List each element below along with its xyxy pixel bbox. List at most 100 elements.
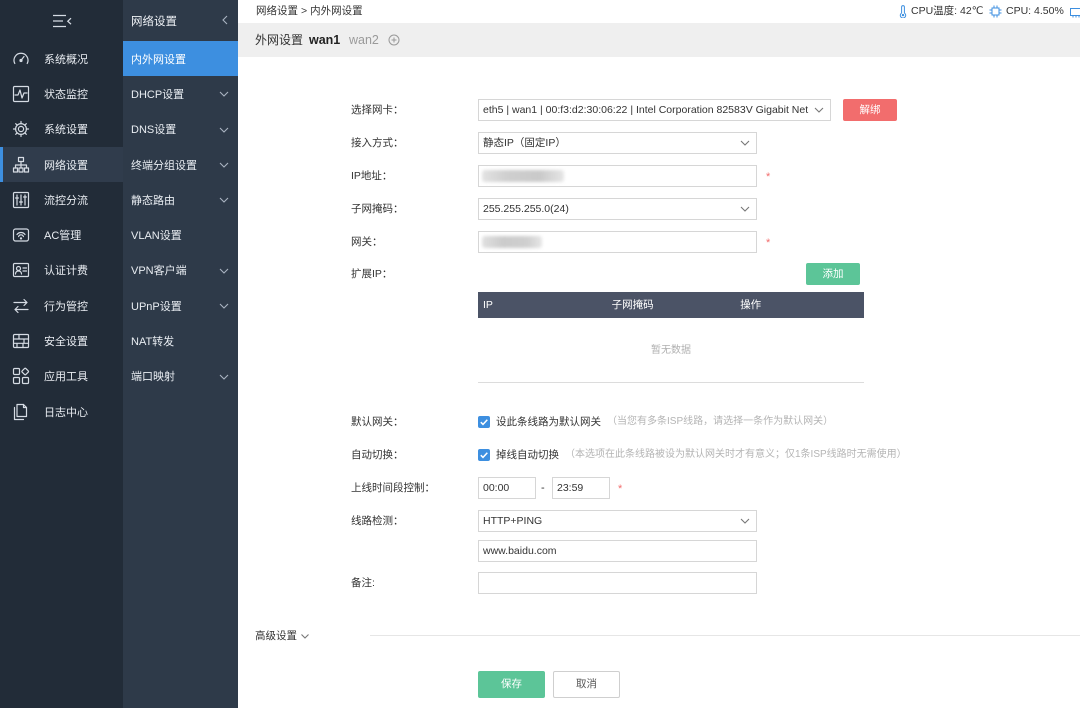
sidebar-item-system-settings[interactable]: 系统设置 bbox=[0, 112, 123, 147]
id-card-icon bbox=[12, 263, 30, 278]
tab-wan2[interactable]: wan2 bbox=[349, 23, 379, 57]
section-title: 外网设置 bbox=[255, 33, 304, 47]
auto-switch-text: 掉线自动切换 （本选项在此条线路被设为默认网关时才有意义；仅1条ISP线路时无需… bbox=[496, 444, 907, 466]
sub-sidebar-item-label: DHCP设置 bbox=[131, 88, 185, 101]
default-gateway-hint: （当您有多条ISP线路，请选择一条作为默认网关） bbox=[607, 416, 834, 427]
remark-label: 备注: bbox=[351, 577, 375, 589]
sidebar-item-label: 系统设置 bbox=[44, 124, 88, 137]
save-button[interactable]: 保存 bbox=[478, 671, 545, 698]
access-mode-label: 接入方式： bbox=[351, 137, 404, 149]
time-separator: - bbox=[541, 482, 545, 494]
sub-sidebar-item-terminal-groups[interactable]: 终端分组设置 bbox=[123, 147, 238, 182]
menu-collapse-button[interactable] bbox=[0, 0, 123, 41]
required-mark: * bbox=[766, 237, 771, 249]
sidebar-item-log-center[interactable]: 日志中心 bbox=[0, 394, 123, 429]
nic-row: 选择网卡： eth5 | wan1 | 00:f3:d2:30:06:22 | … bbox=[238, 99, 1080, 121]
line-detection-select[interactable]: HTTP+PING bbox=[478, 510, 757, 532]
detection-target-input[interactable] bbox=[478, 540, 757, 562]
add-circle-icon[interactable] bbox=[388, 34, 400, 46]
unbind-button[interactable]: 解绑 bbox=[843, 99, 897, 121]
default-gateway-checkbox-label[interactable]: 设此条线路为默认网关 bbox=[496, 411, 601, 433]
advanced-settings-toggle[interactable]: 高级设置 bbox=[255, 625, 309, 647]
ip-address-row: IP地址： * bbox=[238, 165, 1080, 187]
cpu-temperature: CPU温度: 42℃ bbox=[911, 5, 984, 17]
sidebar-item-ac-management[interactable]: AC管理 bbox=[0, 217, 123, 252]
time-end-input[interactable] bbox=[552, 477, 610, 499]
sidebar-item-behavior-control[interactable]: 行为管控 bbox=[0, 288, 123, 323]
tab-wan1[interactable]: wan1 bbox=[309, 23, 340, 57]
remark-row: 备注: bbox=[238, 572, 1080, 594]
sub-sidebar-item-label: VLAN设置 bbox=[131, 230, 182, 243]
auto-switch-checkbox[interactable] bbox=[478, 449, 490, 461]
sidebar-item-app-tools[interactable]: 应用工具 bbox=[0, 359, 123, 394]
extended-ip-row: 扩展IP： 添加 bbox=[238, 263, 1080, 285]
activity-monitor-icon bbox=[12, 85, 30, 103]
default-gateway-checkbox[interactable] bbox=[478, 416, 490, 428]
sub-sidebar-item-label: 终端分组设置 bbox=[131, 159, 197, 172]
chevron-down-icon bbox=[219, 127, 229, 133]
breadcrumb-current: 内外网设置 bbox=[310, 5, 363, 17]
sub-sidebar-title: 网络设置 bbox=[131, 15, 177, 28]
sub-sidebar-item-dhcp[interactable]: DHCP设置 bbox=[123, 76, 238, 111]
sidebar-item-network-settings[interactable]: 网络设置 bbox=[0, 146, 123, 183]
sidebar-item-label: 状态监控 bbox=[44, 88, 88, 101]
remark-input[interactable] bbox=[478, 572, 757, 594]
checkmark-icon bbox=[480, 452, 488, 459]
sub-sidebar-item-upnp[interactable]: UPnP设置 bbox=[123, 288, 238, 323]
nic-select-value: eth5 | wan1 | 00:f3:d2:30:06:22 | Intel … bbox=[483, 104, 809, 116]
sidebar-item-label: 安全设置 bbox=[44, 336, 88, 349]
column-header-actions: 操作 bbox=[740, 299, 762, 311]
firewall-icon bbox=[12, 333, 30, 349]
sidebar-item-label: 网络设置 bbox=[44, 159, 88, 172]
sidebar-item-security-settings[interactable]: 安全设置 bbox=[0, 323, 123, 358]
auto-switch-label: 自动切换： bbox=[351, 449, 404, 461]
sub-sidebar-item-nat-forwarding[interactable]: NAT转发 bbox=[123, 323, 238, 358]
chevron-down-icon bbox=[219, 303, 229, 309]
subnet-mask-row: 子网掩码： 255.255.255.0(24) bbox=[238, 198, 1080, 220]
sub-sidebar-item-label: NAT转发 bbox=[131, 336, 175, 349]
sub-sidebar-item-dns[interactable]: DNS设置 bbox=[123, 112, 238, 147]
thermometer-icon bbox=[899, 5, 907, 18]
chevron-down-icon bbox=[740, 206, 750, 212]
sidebar-item-status-monitor[interactable]: 状态监控 bbox=[0, 76, 123, 111]
chevron-down-icon bbox=[219, 162, 229, 168]
sub-sidebar-item-vpn-client[interactable]: VPN客户端 bbox=[123, 253, 238, 288]
gateway-label: 网关： bbox=[351, 236, 383, 248]
subnet-mask-value: 255.255.255.0(24) bbox=[483, 203, 569, 215]
sidebar-item-label: 行为管控 bbox=[44, 300, 88, 313]
nic-select[interactable]: eth5 | wan1 | 00:f3:d2:30:06:22 | Intel … bbox=[478, 99, 831, 121]
ip-address-label: IP地址： bbox=[351, 170, 393, 182]
default-gateway-text: 设此条线路为默认网关 （当您有多条ISP线路，请选择一条作为默认网关） bbox=[496, 411, 833, 433]
sub-sidebar-item-port-mapping[interactable]: 端口映射 bbox=[123, 359, 238, 394]
masked-value bbox=[482, 170, 564, 182]
line-detection-row: 线路检测： HTTP+PING bbox=[238, 510, 1080, 532]
add-extended-ip-button[interactable]: 添加 bbox=[806, 263, 860, 285]
chevron-left-icon[interactable] bbox=[222, 15, 228, 25]
sub-sidebar-item-lan-wan[interactable]: 内外网设置 bbox=[123, 41, 238, 77]
sidebar-item-authentication-billing[interactable]: 认证计费 bbox=[0, 253, 123, 288]
chevron-down-icon bbox=[814, 107, 824, 113]
auto-switch-row: 自动切换： 掉线自动切换 （本选项在此条线路被设为默认网关时才有意义；仅1条IS… bbox=[238, 444, 1080, 466]
main-content: 网络设置 > 内外网设置 CPU温度: 42℃ CPU: 4.50% 外网设置 wa… bbox=[238, 0, 1080, 708]
time-start-input[interactable] bbox=[478, 477, 536, 499]
sliders-icon bbox=[12, 191, 30, 208]
default-gateway-label: 默认网关： bbox=[351, 416, 404, 428]
menu-collapse-icon bbox=[52, 14, 71, 27]
sidebar-item-system-overview[interactable]: 系统概况 bbox=[0, 41, 123, 76]
sub-sidebar-item-static-routes[interactable]: 静态路由 bbox=[123, 182, 238, 217]
cancel-button[interactable]: 取消 bbox=[553, 671, 620, 698]
online-time-label: 上线时间段控制： bbox=[351, 482, 435, 494]
wifi-access-point-icon bbox=[12, 228, 30, 242]
memory-icon bbox=[1070, 8, 1080, 18]
access-mode-select[interactable]: 静态IP（固定IP） bbox=[478, 132, 757, 154]
network-topology-icon bbox=[12, 156, 30, 173]
auto-switch-checkbox-label[interactable]: 掉线自动切换 bbox=[496, 444, 559, 466]
top-bar: 网络设置 > 内外网设置 CPU温度: 42℃ CPU: 4.50% bbox=[238, 0, 1080, 23]
sub-sidebar-item-vlan[interactable]: VLAN设置 bbox=[123, 217, 238, 252]
gear-icon bbox=[12, 121, 30, 138]
subnet-mask-select[interactable]: 255.255.255.0(24) bbox=[478, 198, 757, 220]
access-mode-value: 静态IP（固定IP） bbox=[483, 137, 566, 149]
breadcrumb-parent[interactable]: 网络设置 bbox=[256, 5, 298, 17]
sidebar-item-flow-control[interactable]: 流控分流 bbox=[0, 182, 123, 217]
table-divider bbox=[478, 382, 864, 383]
